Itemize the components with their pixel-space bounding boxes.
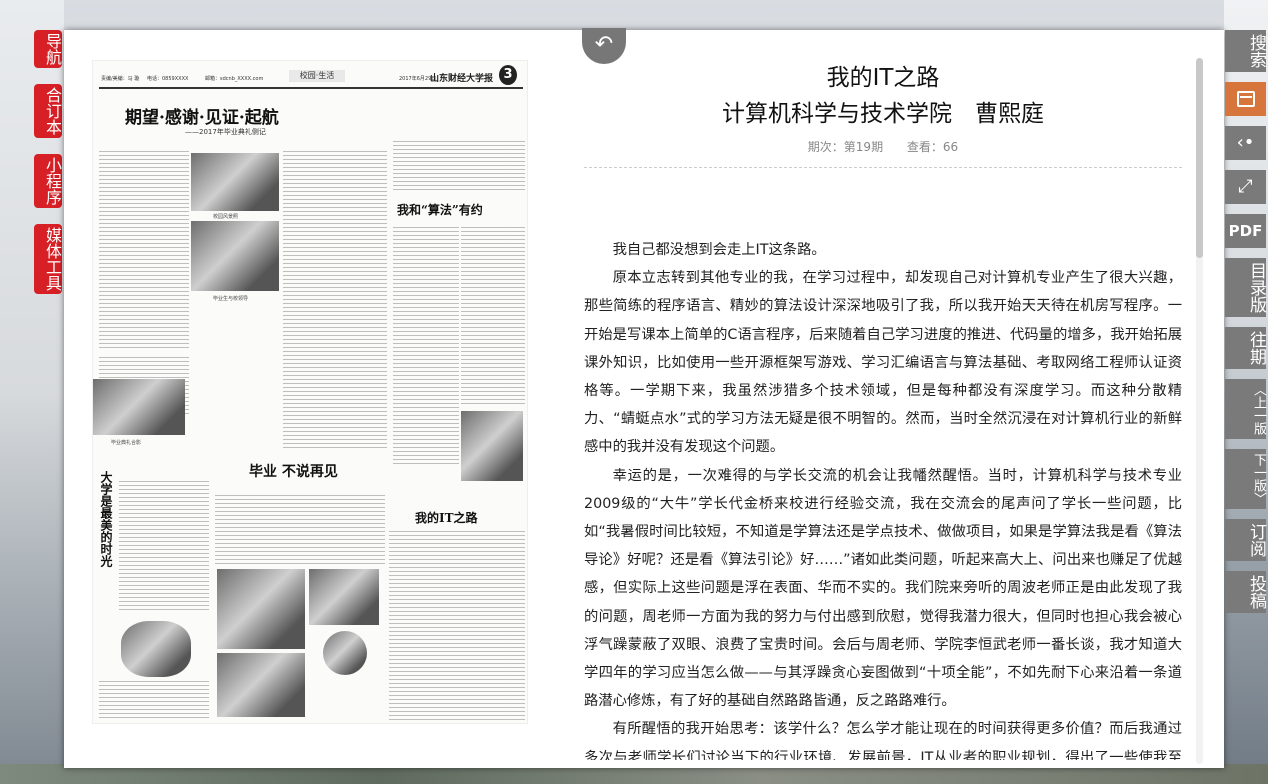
newspaper-photo — [461, 411, 523, 481]
scrollbar-thumb[interactable] — [1196, 58, 1203, 258]
article-paragraph: 原本立志转到其他专业的我，在学习过程中，却发现自己对计算机专业产生了很大兴趣，那… — [584, 270, 1182, 456]
newspaper-photo — [121, 621, 191, 677]
article-title: 我的IT之路 — [826, 65, 940, 91]
newspaper-photo — [93, 379, 185, 435]
subscribe-button[interactable]: 订阅 — [1225, 519, 1266, 561]
back-arrow-icon: ↶ — [594, 32, 614, 57]
catalog-button[interactable]: 目录版 — [1225, 258, 1266, 317]
newspaper-page[interactable]: 责编/美编：马 璇 电话：0859XXXX 邮箱：sdcnb_XXXX.com … — [92, 60, 528, 724]
text-column — [99, 681, 209, 721]
newspaper-photo — [217, 569, 305, 649]
article-meta: 期次：第19期 查看：66 — [584, 138, 1182, 155]
text-column — [215, 495, 385, 565]
chevron-up-icon: ︿ — [1251, 383, 1266, 396]
share-icon: ‹• — [1236, 132, 1255, 153]
header-editor: 责编/美编：马 璇 — [101, 76, 140, 82]
newspaper-photo — [323, 631, 367, 675]
article-body: 我自己都没想到会走上IT这条路。 原本立志转到其他专业的我，在学习过程中，却发现… — [584, 236, 1182, 760]
header-mail: 邮箱：sdcnb_XXXX.com — [205, 76, 264, 82]
previous-page-label: 上一版 — [1251, 396, 1266, 435]
left-navigation: 导航 合订本 小程序 媒体工具 — [34, 30, 62, 310]
next-page-button[interactable]: 下一版﹀ — [1225, 449, 1266, 509]
article-title-graduation: 毕业 不说再见 — [249, 464, 338, 480]
pdf-button[interactable]: PDF — [1225, 214, 1266, 248]
article-scrollbar[interactable] — [1196, 58, 1203, 764]
header-rule — [99, 87, 523, 89]
divider — [584, 167, 1182, 168]
page-number-badge: 3 — [499, 65, 517, 85]
article-paragraph: 我自己都没想到会走上IT这条路。 — [612, 242, 826, 258]
search-button[interactable]: 搜索 — [1225, 30, 1266, 72]
share-button[interactable]: ‹• — [1225, 126, 1266, 160]
article-subtitle-ceremony: ——2017年毕业典礼侧记 — [185, 128, 266, 136]
nav-tab-guide[interactable]: 导航 — [34, 30, 62, 68]
calendar-icon — [1236, 91, 1255, 107]
nav-tab-media-tools[interactable]: 媒体工具 — [34, 224, 62, 294]
text-column — [99, 151, 189, 351]
article-author-line: 计算机科学与技术学院 曹熙庭 — [722, 101, 1044, 127]
photo-caption: 校园风景照 — [213, 214, 239, 220]
fullscreen-button[interactable]: ⤢ — [1225, 170, 1266, 204]
article-content: 我的IT之路 计算机科学与技术学院 曹熙庭 期次：第19期 查看：66 我自己都… — [584, 60, 1182, 760]
nav-tab-bound-volume[interactable]: 合订本 — [34, 84, 62, 138]
chevron-down-icon: ﹀ — [1251, 492, 1266, 505]
newspaper-photo — [309, 569, 379, 625]
header-section: 校园·生活 — [289, 70, 345, 82]
text-column — [393, 227, 459, 467]
past-issues-button[interactable]: 往期 — [1225, 327, 1266, 369]
header-paper-name: 山东财经大学报 — [429, 74, 493, 84]
article-paragraph: 幸运的是，一次难得的与学长交流的机会让我幡然醒悟。当时，计算机科学与技术专业20… — [584, 467, 1182, 710]
view-count: 查看：66 — [906, 140, 959, 154]
submit-article-button[interactable]: 投稿 — [1225, 571, 1266, 613]
right-toolbar: 搜索 ‹• ⤢ PDF 目录版 往期 ︿上一版 下一版﹀ 订阅 投稿 — [1225, 30, 1266, 623]
photo-caption: 毕业典礼合影 — [111, 440, 142, 446]
article-title-it-road: 我的IT之路 — [415, 511, 478, 525]
article-title-ceremony: 期望·感谢·见证·起航 — [125, 108, 279, 128]
header-phone: 电话：0859XXXX — [147, 76, 189, 82]
text-column — [119, 481, 209, 611]
fullscreen-icon: ⤢ — [1238, 176, 1253, 197]
newspaper-photo — [217, 653, 305, 717]
calendar-button[interactable] — [1225, 82, 1266, 116]
newspaper-photo — [191, 153, 279, 211]
back-button[interactable]: ↶ — [582, 28, 626, 64]
previous-page-button[interactable]: ︿上一版 — [1225, 379, 1266, 439]
article-paragraph: 有所醒悟的我开始思考：该学什么？怎么学才能让现在的时间获得更多价值？而后我通过多… — [584, 721, 1182, 760]
nav-tab-mini-program[interactable]: 小程序 — [34, 154, 62, 208]
newspaper-header: 责编/美编：马 璇 电话：0859XXXX 邮箱：sdcnb_XXXX.com … — [99, 65, 523, 87]
reader-panel: ↶ 责编/美编：马 璇 电话：0859XXXX 邮箱：sdcnb_XXXX.co… — [64, 28, 1224, 768]
photo-caption: 毕业生与校领导 — [213, 296, 249, 302]
article-title-vertical: 大学是最美的时光 — [99, 471, 113, 567]
text-column — [461, 227, 525, 407]
text-column — [389, 531, 525, 721]
next-page-label: 下一版 — [1251, 453, 1266, 492]
issue-number: 期次：第19期 — [807, 140, 884, 154]
article-title-algorithm: 我和“算法”有约 — [397, 203, 483, 217]
text-column — [283, 151, 387, 451]
newspaper-photo — [191, 221, 279, 291]
text-column — [393, 141, 525, 191]
